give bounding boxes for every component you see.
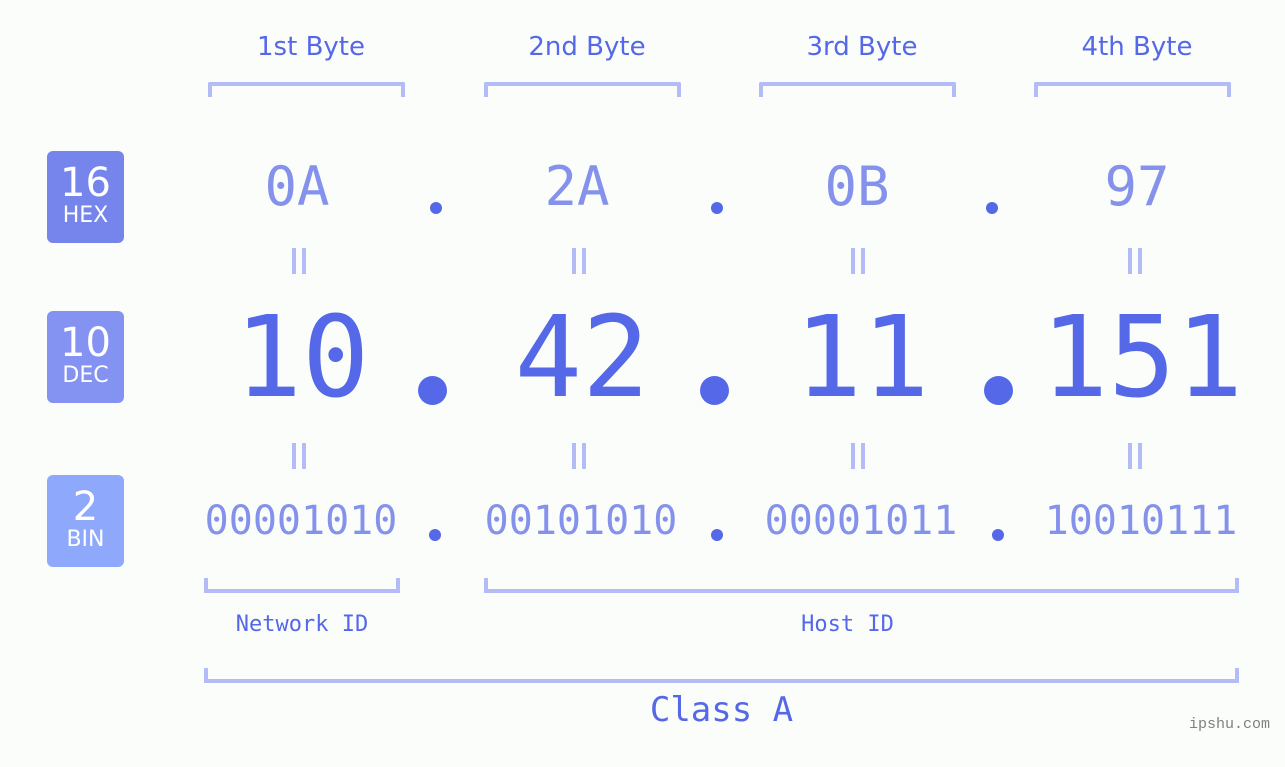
- class-label: Class A: [649, 690, 794, 730]
- dec-value-2: 42: [514, 293, 650, 423]
- class-bracket: [204, 668, 1239, 683]
- dec-value-3: 11: [794, 293, 930, 423]
- hex-value-2: 2A: [544, 155, 610, 218]
- bin-separator-dot: [711, 529, 723, 541]
- bin-base-number: 2: [72, 484, 99, 530]
- dec-separator-dot: [984, 376, 1013, 405]
- byte-bracket-4: [1034, 82, 1231, 97]
- hex-separator-dot: [430, 202, 442, 214]
- hex-base-number: 16: [60, 160, 111, 206]
- equals-icon: [851, 443, 865, 469]
- byte-bracket-2: [484, 82, 681, 97]
- hex-base-badge: 16 HEX: [47, 151, 124, 243]
- bin-value-4: 10010111: [1044, 498, 1238, 544]
- byte-label-2: 2nd Byte: [528, 32, 646, 62]
- watermark: ipshu.com: [1188, 716, 1270, 733]
- equals-icon: [292, 248, 306, 274]
- bin-value-1: 00001010: [204, 498, 398, 544]
- equals-icon: [572, 443, 586, 469]
- host-id-bracket: [484, 578, 1239, 593]
- hex-separator-dot: [986, 202, 998, 214]
- dec-base-badge: 10 DEC: [47, 311, 124, 403]
- byte-label-1: 1st Byte: [257, 32, 365, 62]
- byte-label-4: 4th Byte: [1081, 32, 1193, 62]
- byte-bracket-1: [208, 82, 405, 97]
- hex-base-name: HEX: [62, 203, 109, 228]
- equals-icon: [1128, 443, 1142, 469]
- hex-value-3: 0B: [824, 155, 890, 218]
- equals-icon: [1128, 248, 1142, 274]
- network-id-label: Network ID: [235, 612, 369, 637]
- dec-base-number: 10: [60, 320, 111, 366]
- bin-separator-dot: [992, 529, 1004, 541]
- bin-base-name: BIN: [66, 527, 105, 552]
- host-id-label: Host ID: [801, 612, 894, 637]
- byte-bracket-3: [759, 82, 956, 97]
- equals-icon: [851, 248, 865, 274]
- dec-separator-dot: [418, 376, 447, 405]
- bin-separator-dot: [429, 529, 441, 541]
- hex-separator-dot: [711, 202, 723, 214]
- equals-icon: [572, 248, 586, 274]
- bin-value-2: 00101010: [484, 498, 678, 544]
- hex-value-1: 0A: [264, 155, 330, 218]
- dec-base-name: DEC: [62, 363, 109, 388]
- equals-icon: [292, 443, 306, 469]
- hex-value-4: 97: [1104, 155, 1170, 218]
- bin-value-3: 00001011: [764, 498, 958, 544]
- byte-label-3: 3rd Byte: [806, 32, 918, 62]
- dec-separator-dot: [700, 376, 729, 405]
- bin-base-badge: 2 BIN: [47, 475, 124, 567]
- dec-value-1: 10: [234, 293, 370, 423]
- dec-value-4: 151: [1040, 293, 1244, 423]
- network-id-bracket: [204, 578, 400, 593]
